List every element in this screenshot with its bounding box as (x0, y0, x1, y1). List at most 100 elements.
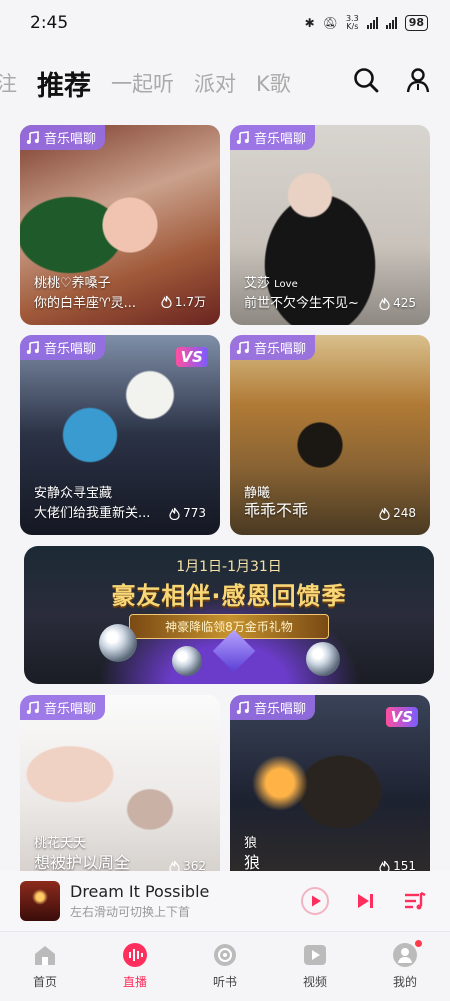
profile-icon (393, 943, 417, 967)
card-heat: 151 (379, 859, 416, 871)
card-heat: 773 (169, 506, 206, 520)
card-owner-name: 艾莎 (244, 276, 271, 291)
nav-label: 听书 (212, 975, 237, 989)
card-tag: 音乐唱聊 (20, 335, 106, 360)
card-count: 362 (183, 859, 206, 871)
live-icon (123, 943, 147, 967)
card-heat: 362 (169, 859, 206, 871)
card-tag-label: 音乐唱聊 (254, 702, 307, 717)
flame-icon (169, 860, 180, 871)
orb-decoration (172, 646, 202, 676)
card-count: 425 (393, 296, 416, 310)
signal-icon-2 (385, 17, 397, 29)
banner-title: 豪友相伴·感恩回馈季 (111, 582, 347, 610)
card-tag-label: 音乐唱聊 (44, 702, 97, 717)
card-tag: 音乐唱聊 (20, 125, 106, 150)
audiobook-icon (214, 944, 236, 966)
flame-icon (161, 295, 172, 308)
live-card[interactable]: 音乐唱聊 静曦 乖乖不乖 248 (230, 335, 430, 535)
battery-indicator: 98 (404, 15, 428, 31)
nav-label: 我的 (392, 975, 417, 989)
card-tag: 音乐唱聊 (20, 695, 106, 720)
card-count: 773 (183, 506, 206, 520)
card-tag: 音乐唱聊 (230, 335, 316, 360)
nav-video[interactable]: 视频 (270, 932, 360, 1001)
card-heat: 248 (379, 506, 416, 520)
player-hint: 左右滑动可切换上下首 (70, 905, 191, 919)
card-tag: 音乐唱聊 (230, 695, 316, 720)
tab-listen-together[interactable]: 一起听 (111, 68, 174, 98)
music-note-icon (236, 340, 249, 354)
card-heat: 1.7万 (161, 293, 206, 310)
card-tag: 音乐唱聊 (230, 125, 316, 150)
flame-icon (379, 860, 390, 871)
net-speed-unit: K/s (346, 22, 359, 31)
card-tag-label: 音乐唱聊 (254, 132, 307, 147)
card-title: 想被护以周全 (34, 853, 131, 871)
promo-banner[interactable]: 1月1日-1月31日 豪友相伴·感恩回馈季 神豪降临领8万金币礼物 (24, 546, 434, 684)
nav-label: 首页 (32, 975, 57, 989)
playlist-icon[interactable] (400, 886, 430, 916)
nav-label: 视频 (302, 975, 327, 989)
flame-icon (169, 507, 180, 520)
tab-follow[interactable]: 注 (0, 68, 17, 98)
tab-karaoke[interactable]: K歌 (256, 68, 291, 98)
card-tag-label: 音乐唱聊 (44, 342, 97, 357)
card-title: 前世不欠今生不见~ (244, 296, 359, 311)
music-note-icon (236, 130, 249, 144)
live-card[interactable]: 音乐唱聊 VS 安静众寻宝藏 大佬们给我重新关... 773 (20, 335, 220, 535)
card-tag-label: 音乐唱聊 (44, 132, 97, 147)
orb-decoration (99, 624, 137, 662)
music-note-icon (26, 130, 39, 144)
next-track-icon[interactable] (350, 886, 380, 916)
bluetooth-icon: ✱ (304, 16, 315, 30)
music-note-icon (26, 340, 39, 354)
net-speed: 3.3 K/s (346, 15, 359, 31)
user-icon[interactable] (404, 66, 432, 94)
card-count: 151 (393, 859, 416, 871)
nav-profile[interactable]: 我的 (360, 932, 450, 1001)
card-title: 狼 (244, 853, 261, 871)
card-count: 248 (393, 506, 416, 520)
card-title: 大佬们给我重新关... (34, 506, 151, 521)
live-card[interactable]: 音乐唱聊 桃花夭夭 想被护以周全 362 (20, 695, 220, 871)
status-icons: ✱ 🔕︎ 3.3 K/s 98 (305, 15, 428, 31)
nav-home[interactable]: 首页 (0, 932, 90, 1001)
status-time: 2:45 (30, 13, 69, 33)
video-icon (304, 945, 326, 965)
live-card[interactable]: 音乐唱聊 艾莎 Love 前世不欠今生不见~ 425 (230, 125, 430, 325)
card-title: 你的白羊座♈灵... (34, 296, 137, 311)
card-owner: 安静众寻宝藏 (34, 486, 113, 501)
music-note-icon (236, 700, 249, 714)
live-card[interactable]: 音乐唱聊 VS 狼 狼 151 (230, 695, 430, 871)
nav-live[interactable]: 直播 (90, 932, 180, 1001)
orb-decoration (306, 642, 340, 676)
vs-badge: VS (175, 347, 208, 367)
card-title: 乖乖不乖 (244, 501, 309, 520)
bottom-nav: 首页 直播 听书 视频 我的 (0, 931, 450, 1001)
song-title: Dream It Possible (70, 882, 210, 901)
card-owner-suffix: Love (274, 279, 298, 290)
play-button-icon[interactable] (300, 886, 330, 916)
card-heat: 425 (379, 296, 416, 310)
music-note-icon (26, 700, 39, 714)
notification-dot (415, 940, 422, 947)
mini-player[interactable]: Dream It Possible 左右滑动可切换上下首 (0, 871, 450, 931)
signal-icon (366, 17, 378, 29)
card-count: 1.7万 (174, 295, 206, 309)
album-cover[interactable] (20, 881, 60, 921)
nav-label: 直播 (122, 975, 147, 989)
live-card[interactable]: 音乐唱聊 桃桃♡养嗓子 你的白羊座♈灵... 1.7万 (20, 125, 220, 325)
tab-recommend[interactable]: 推荐 (37, 64, 91, 103)
search-icon[interactable] (352, 66, 380, 94)
mute-icon: 🔕︎ (322, 16, 338, 30)
vs-badge: VS (385, 707, 418, 727)
home-icon (35, 946, 55, 965)
tab-party[interactable]: 派对 (194, 68, 236, 98)
top-tabs: 注 推荐 一起听 派对 K歌 (0, 60, 450, 106)
flame-icon (379, 297, 390, 310)
nav-audiobook[interactable]: 听书 (180, 932, 270, 1001)
flame-icon (379, 507, 390, 520)
card-owner: 艾莎 Love (244, 272, 298, 291)
banner-date: 1月1日-1月31日 (176, 559, 282, 575)
